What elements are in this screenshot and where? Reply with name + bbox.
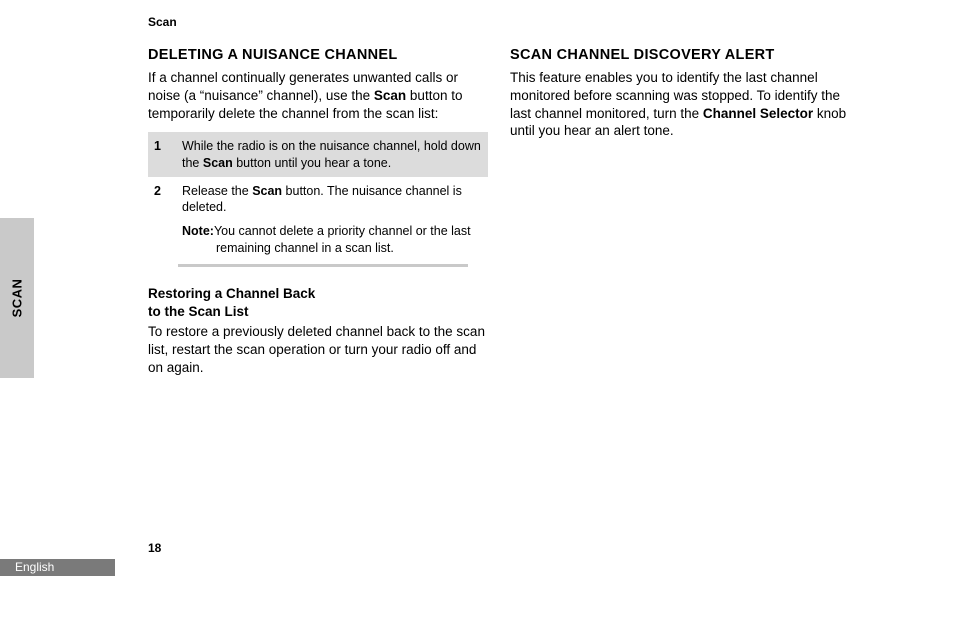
note-cell: Note:You cannot delete a priority channe… (176, 221, 488, 262)
side-tab: SCAN (0, 218, 34, 378)
step-row-1: 1 While the radio is on the nuisance cha… (148, 132, 488, 177)
section-title-nuisance: DELETING A NUISANCE CHANNEL (148, 47, 488, 63)
right-column: SCAN CHANNEL DISCOVERY ALERT This featur… (510, 47, 850, 387)
text-fragment: Release the (182, 184, 252, 198)
step-number: 2 (148, 177, 176, 222)
sub-title-line1: Restoring a Channel Back (148, 286, 315, 301)
intro-paragraph: If a channel continually generates unwan… (148, 69, 488, 122)
step-row-2: 2 Release the Scan button. The nuisance … (148, 177, 488, 222)
steps-table: 1 While the radio is on the nuisance cha… (148, 132, 488, 262)
bold-channel-selector: Channel Selector (703, 106, 813, 121)
bold-scan: Scan (203, 156, 233, 170)
note-body: You cannot delete a priority channel or … (214, 224, 471, 254)
side-tab-label: SCAN (10, 279, 25, 318)
bold-scan: Scan (374, 88, 406, 103)
empty-cell (148, 221, 176, 262)
bold-scan: Scan (252, 184, 282, 198)
sub-section-title: Restoring a Channel Back to the Scan Lis… (148, 285, 488, 321)
running-header: Scan (148, 15, 878, 29)
step-text: Release the Scan button. The nuisance ch… (176, 177, 488, 222)
restore-paragraph: To restore a previously deleted channel … (148, 323, 488, 376)
page-number: 18 (148, 541, 161, 555)
sub-title-line2: to the Scan List (148, 304, 249, 319)
discovery-paragraph: This feature enables you to identify the… (510, 69, 850, 140)
columns: DELETING A NUISANCE CHANNEL If a channel… (148, 47, 878, 387)
footer-language: English (15, 560, 54, 574)
step-number: 1 (148, 132, 176, 177)
note-row: Note:You cannot delete a priority channe… (148, 221, 488, 262)
section-title-discovery: SCAN CHANNEL DISCOVERY ALERT (510, 47, 850, 63)
note-label: Note: (182, 224, 214, 238)
footer-language-bar: English (0, 559, 115, 576)
divider (178, 264, 468, 267)
left-column: DELETING A NUISANCE CHANNEL If a channel… (148, 47, 488, 387)
text-fragment: button until you hear a tone. (233, 156, 391, 170)
page-content: Scan DELETING A NUISANCE CHANNEL If a ch… (148, 15, 878, 387)
step-text: While the radio is on the nuisance chann… (176, 132, 488, 177)
